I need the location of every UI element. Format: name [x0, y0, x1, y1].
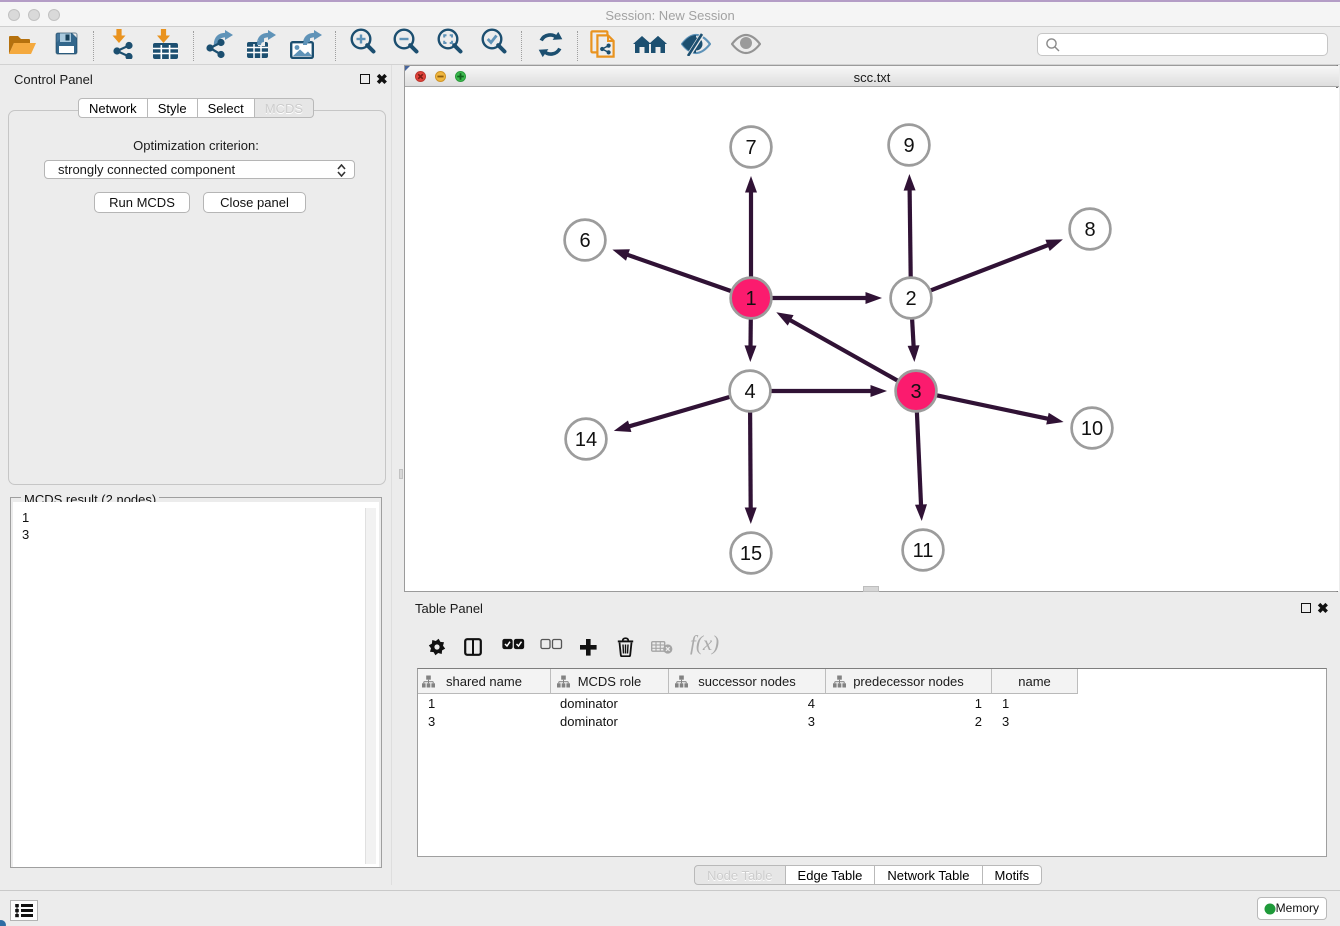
svg-text:3: 3	[910, 381, 921, 403]
svg-text:4: 4	[744, 381, 755, 403]
svg-text:11: 11	[913, 540, 934, 562]
svg-text:8: 8	[1084, 219, 1095, 241]
svg-text:6: 6	[579, 230, 590, 252]
svg-text:7: 7	[745, 137, 756, 159]
svg-text:14: 14	[575, 429, 597, 451]
svg-text:10: 10	[1081, 418, 1103, 440]
svg-text:2: 2	[905, 288, 916, 310]
svg-text:1: 1	[745, 288, 756, 310]
svg-text:15: 15	[740, 543, 762, 565]
svg-text:9: 9	[903, 135, 914, 157]
